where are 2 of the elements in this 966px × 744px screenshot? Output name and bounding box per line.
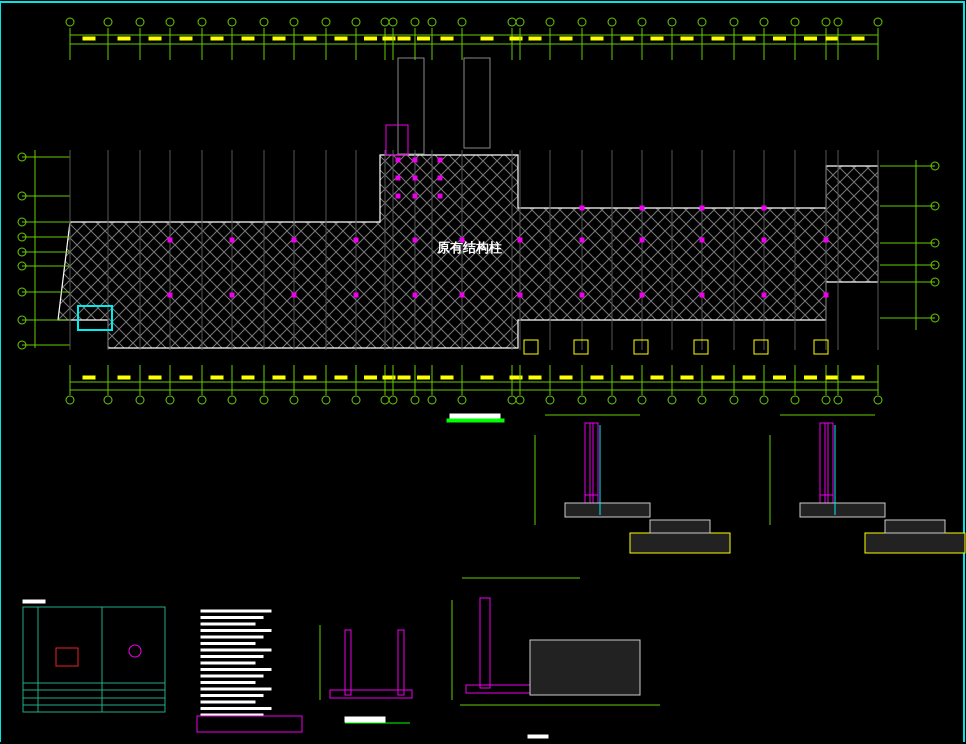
plan-label: 原有结构柱 — [437, 241, 502, 256]
plan-title-drawing — [446, 414, 504, 422]
